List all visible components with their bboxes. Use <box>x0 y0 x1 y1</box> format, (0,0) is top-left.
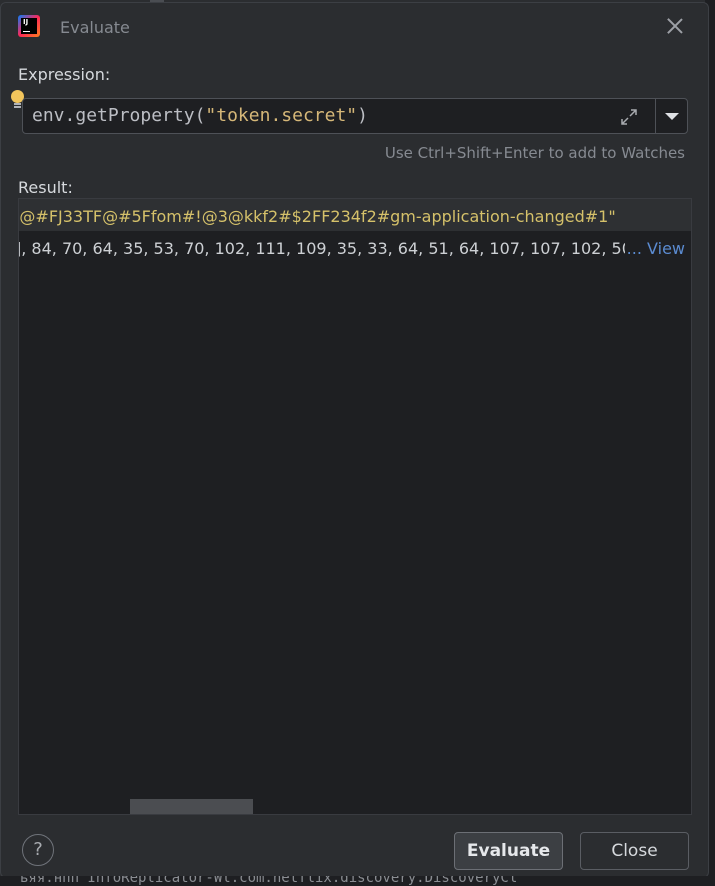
result-string-value: !@#FJ33TF@#5Ffom#!@3@kkf2#$2FF234f2#gm-a… <box>18 207 616 226</box>
result-panel[interactable]: !@#FJ33TF@#5Ffom#!@3@kkf2#$2FF234f2#gm-a… <box>18 198 692 815</box>
result-string-row[interactable]: !@#FJ33TF@#5Ffom#!@3@kkf2#$2FF234f2#gm-a… <box>19 199 691 231</box>
close-button[interactable]: Close <box>580 832 689 870</box>
expression-token-string: "token.secret" <box>205 105 358 126</box>
window-title: Evaluate <box>60 18 130 37</box>
expand-editor-icon[interactable] <box>619 107 639 127</box>
view-ellipsis: ... <box>626 239 642 258</box>
expression-token-dot: . <box>64 105 76 126</box>
expression-token-open-paren: ( <box>194 105 206 126</box>
expression-text[interactable]: env.getProperty("token.secret") <box>32 105 368 126</box>
result-label: Result: <box>18 178 73 197</box>
ide-background-code: ьяя.нпп InfoReplicator-Wl.com.netflix.di… <box>0 876 715 886</box>
title-bar: IJ Evaluate <box>1 3 708 49</box>
result-bytes-value: ], 84, 70, 64, 35, 53, 70, 102, 111, 109… <box>18 239 637 258</box>
expression-token-object: env <box>32 105 65 126</box>
history-dropdown-chevron-down-icon[interactable] <box>656 99 688 133</box>
view-link[interactable]: ... View <box>624 239 685 258</box>
expression-token-close-paren: ) <box>357 105 368 126</box>
expression-label: Expression: <box>18 65 111 84</box>
intellij-logo-icon: IJ <box>18 15 40 37</box>
horizontal-scrollbar[interactable] <box>130 799 253 814</box>
watches-hint: Use Ctrl+Shift+Enter to add to Watches <box>384 144 685 162</box>
help-button[interactable]: ? <box>22 834 54 866</box>
expression-token-method: getProperty <box>75 105 195 126</box>
expression-input[interactable]: env.getProperty("token.secret") <box>22 98 688 134</box>
evaluate-button[interactable]: Evaluate <box>454 832 563 870</box>
ide-background-code-text: ьяя.нпп InfoReplicator-Wl.com.netflix.di… <box>20 876 518 886</box>
evaluate-dialog: IJ Evaluate Expression: env.getProperty(… <box>0 2 709 878</box>
close-window-icon[interactable] <box>664 15 686 37</box>
view-link-label[interactable]: View <box>647 239 685 258</box>
